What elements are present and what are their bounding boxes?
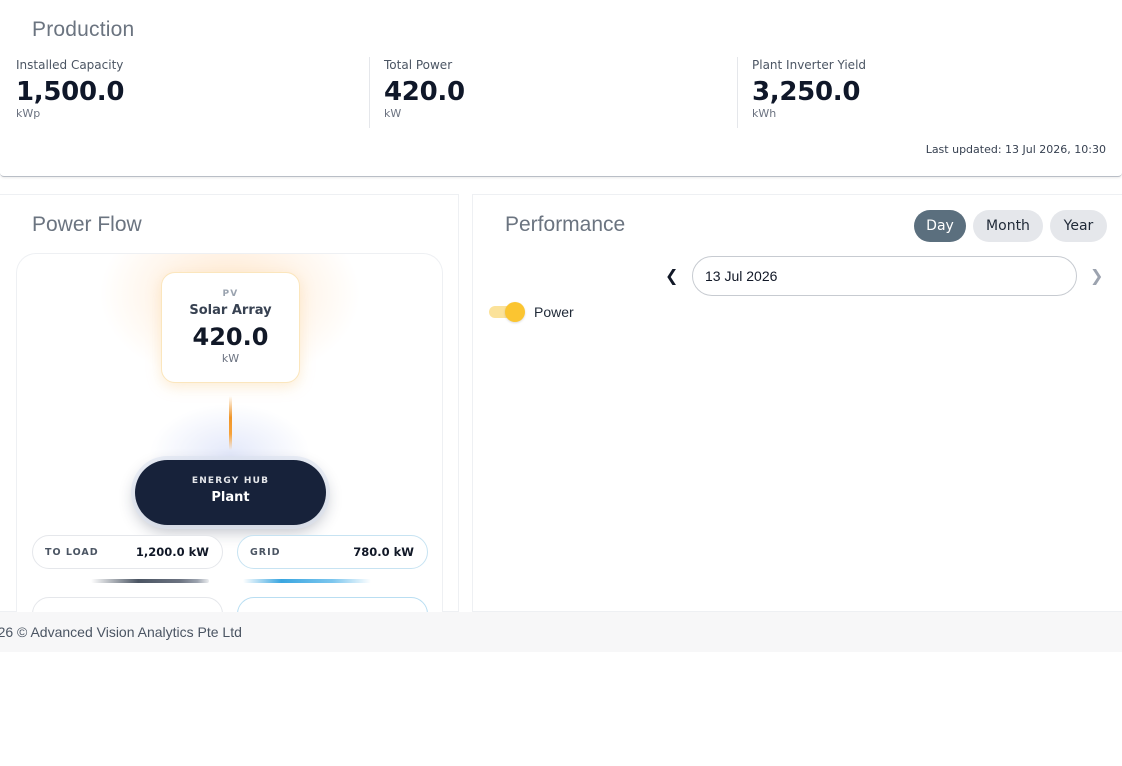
power-flow-panel: Power Flow PV Solar Array 420.0 kW ENERG…	[0, 194, 459, 613]
stat-label: Total Power	[384, 58, 453, 72]
to-load-label: TO LOAD	[45, 546, 99, 558]
performance-title: Performance	[505, 213, 626, 236]
pv-node[interactable]: PV Solar Array 420.0 kW	[161, 272, 300, 383]
stat-value: 420.0	[384, 77, 465, 107]
total-power-stat: Total Power 420.0 kW	[384, 58, 465, 128]
grid-value: 780.0 kW	[353, 545, 414, 559]
period-month-button[interactable]: Month	[973, 210, 1043, 242]
chevron-left-icon[interactable]: ❮	[665, 266, 678, 285]
power-flow-title: Power Flow	[32, 213, 142, 236]
power-toggle-label: Power	[534, 304, 574, 320]
grid-node[interactable]	[237, 597, 428, 613]
to-load-pill[interactable]: TO LOAD 1,200.0 kW	[32, 535, 223, 569]
power-toggle[interactable]	[489, 302, 525, 322]
production-card: Production Installed Capacity 1,500.0 kW…	[0, 0, 1122, 177]
performance-panel: Performance Day Month Year ❮ 13 Jul 2026…	[472, 194, 1122, 612]
production-title: Production	[32, 18, 135, 41]
load-node[interactable]	[32, 597, 223, 613]
hub-name: Plant	[211, 490, 250, 505]
stat-value: 3,250.0	[752, 77, 861, 107]
pv-tag: PV	[222, 289, 239, 299]
divider	[737, 57, 738, 128]
last-updated: Last updated: 13 Jul 2026, 10:30	[925, 143, 1106, 156]
toggle-knob	[505, 302, 525, 322]
installed-capacity-stat: Installed Capacity 1,500.0 kWp	[16, 58, 124, 128]
inverter-yield-stat: Plant Inverter Yield 3,250.0 kWh	[752, 58, 866, 128]
stat-unit: kWp	[16, 107, 41, 120]
grid-flow-bar	[243, 579, 371, 583]
divider	[369, 57, 370, 128]
footer: 2026 © Advanced Vision Analytics Pte Ltd	[0, 612, 1122, 652]
stat-label: Plant Inverter Yield	[752, 58, 867, 72]
date-input[interactable]: 13 Jul 2026	[692, 256, 1077, 296]
stat-unit: kW	[384, 107, 402, 120]
stat-value: 1,500.0	[16, 77, 125, 107]
pv-value: 420.0	[192, 323, 269, 351]
period-year-button[interactable]: Year	[1050, 210, 1107, 242]
period-day-button[interactable]: Day	[914, 210, 966, 242]
load-flow-bar	[91, 579, 209, 583]
hub-tag: ENERGY HUB	[191, 476, 270, 486]
pv-name: Solar Array	[189, 303, 272, 318]
stat-unit: kWh	[752, 107, 777, 120]
pv-flow-line	[229, 396, 232, 450]
energy-hub-node[interactable]: ENERGY HUB Plant	[135, 460, 326, 525]
stat-label: Installed Capacity	[16, 58, 124, 72]
pv-unit: kW	[221, 352, 240, 365]
grid-label: GRID	[250, 546, 281, 558]
power-flow-diagram: PV Solar Array 420.0 kW ENERGY HUB Plant…	[16, 253, 443, 613]
grid-pill[interactable]: GRID 780.0 kW	[237, 535, 428, 569]
to-load-value: 1,200.0 kW	[135, 545, 209, 559]
chevron-right-icon[interactable]: ❯	[1090, 266, 1103, 285]
copyright-text: 2026 © Advanced Vision Analytics Pte Ltd	[0, 624, 242, 640]
